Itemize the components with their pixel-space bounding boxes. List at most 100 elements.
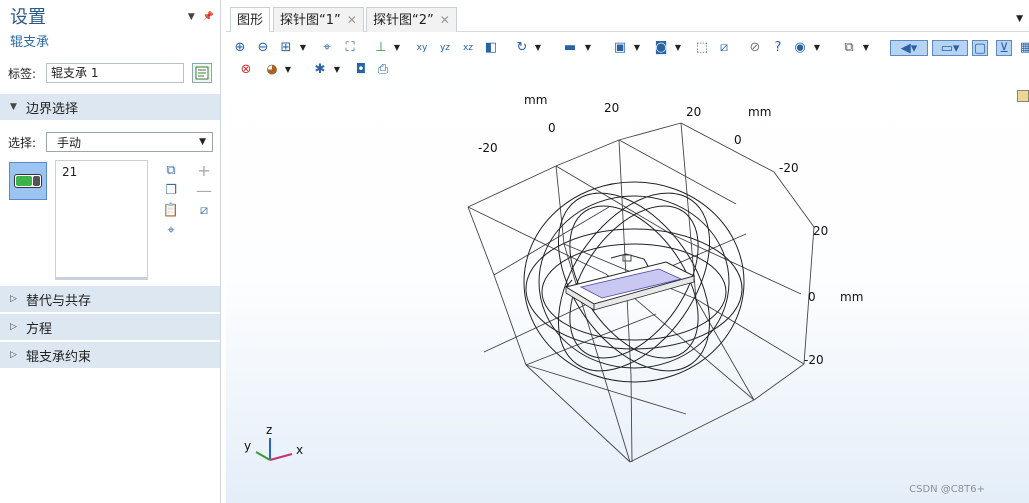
collapsed-arrow-icon: ▷: [10, 322, 17, 332]
section-boundary-selection[interactable]: ▼ 边界选择: [0, 94, 220, 120]
active-toggle-button[interactable]: [9, 162, 47, 200]
more-tools-icon[interactable]: ▦: [1018, 40, 1029, 56]
label-input[interactable]: 辊支承 1: [46, 63, 184, 83]
chevron-down-icon[interactable]: ▼: [674, 40, 682, 56]
hide-icon[interactable]: ⊘: [747, 40, 763, 56]
axis-tick-label: 20: [813, 224, 828, 238]
axis-tick-label: 0: [808, 290, 816, 304]
graphics-window: 图形 探针图“1” ✕ 探针图“2” ✕ ▼ ⊕ ⊖ ⊞ ▼ ⌖ ⛶ ⊥ ▼ xy …: [226, 0, 1029, 503]
chevron-down-icon[interactable]: ▼: [333, 62, 341, 78]
grid-line: [467, 206, 495, 276]
triad-x-label: x: [296, 443, 303, 457]
tab-graphics[interactable]: 图形: [230, 7, 271, 32]
clear-selection-icon[interactable]: ⧄: [196, 202, 212, 218]
grid-line: [670, 233, 802, 295]
switch-icon: [14, 174, 42, 188]
reset-hiding-icon[interactable]: ?: [770, 40, 786, 56]
zoom-selected-icon[interactable]: ⌖: [319, 40, 335, 56]
light-toggle-icon[interactable]: ◀▾: [890, 40, 928, 56]
tab-label: 探针图“2”: [373, 13, 434, 28]
close-icon[interactable]: ✕: [440, 13, 450, 27]
tab-menu-caret-icon[interactable]: ▼: [1016, 14, 1023, 24]
zoom-in-icon[interactable]: ⊕: [232, 40, 248, 56]
yz-view-icon[interactable]: yz: [437, 40, 453, 56]
grid-line: [467, 165, 557, 208]
select-box-icon[interactable]: ⬚: [694, 40, 710, 56]
axis-view-icon[interactable]: ⊥: [373, 40, 389, 56]
select-objects-icon[interactable]: ▣: [612, 40, 628, 56]
scene-icon[interactable]: ✱: [312, 62, 328, 78]
settings-title: 设置: [10, 7, 46, 28]
camera-icon[interactable]: ◘: [353, 62, 369, 78]
chevron-down-icon[interactable]: ▼: [584, 40, 592, 56]
print-icon[interactable]: ⎙: [375, 62, 391, 78]
paste-icon[interactable]: 📋: [163, 202, 179, 218]
render-mode-icon[interactable]: ▬: [562, 40, 578, 56]
chevron-down-icon[interactable]: ▼: [299, 40, 307, 56]
wireframe-toggle-icon[interactable]: ▭▾: [932, 40, 968, 56]
chevron-down-icon[interactable]: ▼: [393, 40, 401, 56]
go-to-view-icon[interactable]: ◧: [483, 40, 499, 56]
xz-view-icon[interactable]: xz: [460, 40, 476, 56]
color-palette-icon[interactable]: ◕: [264, 62, 280, 78]
section-constraint[interactable]: ▷ 辊支承约束: [0, 342, 220, 368]
copy-icon[interactable]: ❐: [163, 182, 179, 198]
grid-line: [555, 165, 565, 245]
scene-light-icon[interactable]: ▢: [972, 40, 988, 56]
feed-port: [622, 254, 632, 262]
grid-line: [630, 374, 633, 463]
section-label: 辊支承约束: [26, 349, 92, 365]
tab-bar: 图形 探针图“1” ✕ 探针图“2” ✕ ▼: [226, 0, 1029, 32]
grid-toggle-icon[interactable]: ⊻: [996, 40, 1012, 56]
transparency-icon[interactable]: ⧉: [841, 40, 857, 56]
panel-menu-caret-icon[interactable]: ▼: [188, 12, 195, 22]
rotate-icon[interactable]: ↻: [514, 40, 530, 56]
axis-tick-label: -20: [804, 353, 824, 367]
label-row: 标签: 辊支承 1: [0, 60, 220, 86]
chevron-down-icon[interactable]: ▼: [284, 62, 292, 78]
list-item[interactable]: 21: [62, 165, 141, 179]
remove-icon[interactable]: —: [196, 181, 212, 200]
antenna-geometry: [564, 253, 696, 311]
watermark: CSDN @C8T6+: [909, 484, 985, 495]
grid-line: [555, 139, 620, 167]
clear-plot-icon[interactable]: ⊗: [238, 62, 254, 78]
section-equation[interactable]: ▷ 方程: [0, 314, 220, 340]
axis-tick-label: -20: [779, 161, 799, 175]
section-label: 边界选择: [26, 101, 79, 117]
image-export-icon[interactable]: [1017, 90, 1029, 102]
select-domains-icon[interactable]: ◙: [653, 40, 669, 56]
tab-probe-plot-2[interactable]: 探针图“2” ✕: [366, 7, 457, 32]
x-axis-arrow: [269, 453, 293, 461]
label-edit-button[interactable]: [192, 63, 212, 83]
xy-view-icon[interactable]: xy: [414, 40, 430, 56]
collapsed-arrow-icon: ▷: [10, 294, 17, 304]
node-name: 辊支承: [10, 35, 50, 50]
axis-unit-label: mm: [524, 93, 547, 107]
chevron-down-icon[interactable]: ▼: [633, 40, 641, 56]
zoom-box-icon[interactable]: ⊞: [278, 40, 294, 56]
selection-combo[interactable]: 手动 ▼: [46, 132, 213, 152]
chevron-down-icon[interactable]: ▼: [534, 40, 542, 56]
chevron-down-icon[interactable]: ▼: [813, 40, 821, 56]
graphics-viewport[interactable]: mm -20 0 20 20 mm 0 -20 20 0 mm -20 z x …: [226, 84, 1029, 503]
clear-selection-icon[interactable]: ⧄: [716, 40, 732, 56]
zoom-to-selection-icon[interactable]: ⌖: [163, 222, 179, 238]
chevron-down-icon[interactable]: ▼: [862, 40, 870, 56]
tab-probe-plot-1[interactable]: 探针图“1” ✕: [273, 7, 364, 32]
axis-tick-label: -20: [478, 141, 498, 155]
grid-line: [695, 298, 755, 401]
axis-unit-label: mm: [840, 290, 863, 304]
section-override[interactable]: ▷ 替代与共存: [0, 286, 220, 312]
y-axis-arrow: [255, 451, 271, 461]
settings-panel: 设置 ▼ 📌 辊支承 标签: 辊支承 1 ▼ 边界选择 选择: 手动 ▼ 21 …: [0, 0, 221, 503]
add-icon[interactable]: +: [196, 161, 212, 180]
selection-list[interactable]: 21: [55, 160, 148, 280]
select-boundary-icon[interactable]: ⧉: [163, 162, 179, 178]
axis-tick-label: 0: [734, 133, 742, 147]
zoom-out-icon[interactable]: ⊖: [255, 40, 271, 56]
zoom-extents-icon[interactable]: ⛶: [342, 40, 358, 56]
pin-icon[interactable]: 📌: [203, 12, 214, 22]
close-icon[interactable]: ✕: [347, 13, 357, 27]
view-icon[interactable]: ◉: [792, 40, 808, 56]
